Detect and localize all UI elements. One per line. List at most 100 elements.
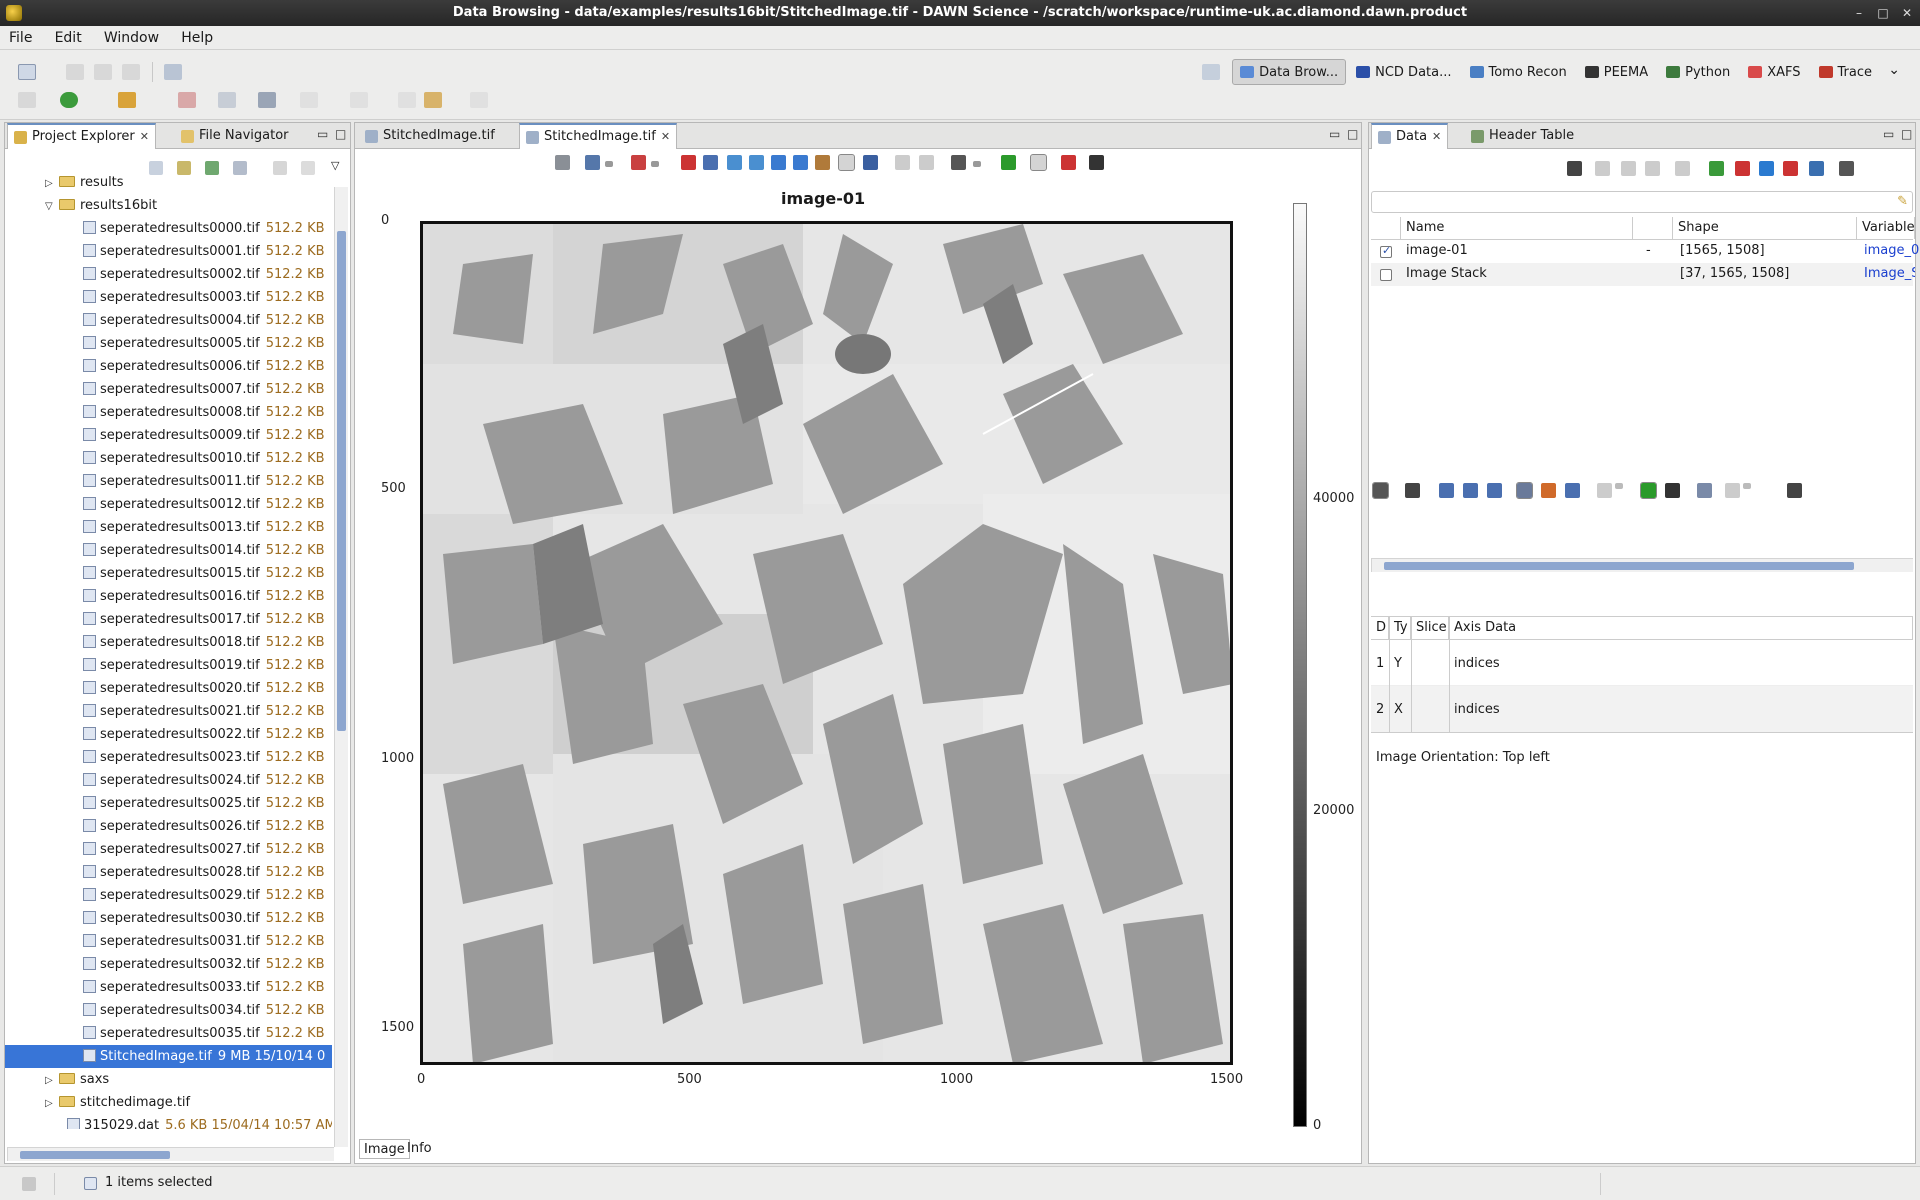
zoom-box-icon[interactable] xyxy=(703,155,718,170)
tree-file[interactable]: seperatedresults0034.tif 512.2 KB xyxy=(5,999,325,1022)
transfer-icon[interactable] xyxy=(1675,161,1690,176)
aspect-ratio-icon[interactable] xyxy=(1030,154,1047,171)
tree-file[interactable]: seperatedresults0021.tif 512.2 KB xyxy=(5,700,325,723)
column-unnamed[interactable] xyxy=(1633,217,1673,239)
back-icon[interactable] xyxy=(424,92,442,108)
minimize-icon[interactable]: ▭ xyxy=(1883,127,1894,141)
tab-data[interactable]: Data ✕ xyxy=(1371,123,1449,150)
image-canvas[interactable] xyxy=(420,221,1233,1065)
tab-info[interactable]: Info xyxy=(403,1139,436,1159)
export-icon[interactable] xyxy=(1709,161,1724,176)
tree-file[interactable]: seperatedresults0016.tif 512.2 KB xyxy=(5,585,325,608)
tree-file[interactable]: seperatedresults0027.tif 512.2 KB xyxy=(5,838,325,861)
horizontal-scrollbar-thumb[interactable] xyxy=(20,1151,170,1159)
fx-remove-icon[interactable] xyxy=(1783,161,1798,176)
tree-folder[interactable]: ▷ stitchedimage.tif xyxy=(5,1091,190,1114)
view-menu-icon[interactable] xyxy=(1089,155,1104,170)
close-icon[interactable]: ✕ xyxy=(1432,124,1441,150)
tree-file[interactable]: seperatedresults0033.tif 512.2 KB xyxy=(5,976,325,999)
reset-axis-icon[interactable] xyxy=(681,155,696,170)
scatter-icon[interactable] xyxy=(1565,483,1580,498)
tree-file[interactable]: seperatedresults0011.tif 512.2 KB xyxy=(5,470,325,493)
tree-file[interactable]: seperatedresults0035.tif 512.2 KB xyxy=(5,1022,325,1045)
zoom-out-icon[interactable] xyxy=(793,155,808,170)
horizontal-scrollbar-thumb[interactable] xyxy=(1384,562,1854,570)
maximize-icon[interactable]: □ xyxy=(335,127,346,141)
column-shape[interactable]: Shape xyxy=(1673,217,1857,239)
tree-file[interactable]: seperatedresults0018.tif 512.2 KB xyxy=(5,631,325,654)
tree-vertical-scrollbar[interactable] xyxy=(334,187,348,1147)
tree-folder[interactable]: ▽ results16bit xyxy=(5,194,157,217)
line-plot-icon[interactable] xyxy=(1439,483,1454,498)
close-icon[interactable]: ✕ xyxy=(661,124,670,150)
perspective-trace[interactable]: Trace xyxy=(1811,59,1881,85)
hat-icon[interactable] xyxy=(1405,483,1420,498)
filter-input[interactable]: ✎ xyxy=(1371,191,1913,213)
dropdown-icon[interactable] xyxy=(973,161,981,167)
tree-file[interactable]: seperatedresults0013.tif 512.2 KB xyxy=(5,516,325,539)
print-icon[interactable] xyxy=(951,155,966,170)
slice-axis[interactable]: indices xyxy=(1449,699,1500,721)
chevron-down-icon[interactable]: ▽ xyxy=(45,195,59,218)
save-icon[interactable] xyxy=(66,64,84,80)
chevron-right-icon[interactable]: ▷ xyxy=(45,1069,59,1092)
axis-icon[interactable] xyxy=(631,155,646,170)
tree-file[interactable]: seperatedresults0005.tif 512.2 KB xyxy=(5,332,325,355)
tree-file[interactable]: seperatedresults0004.tif 512.2 KB xyxy=(5,309,325,332)
paste-icon[interactable] xyxy=(1621,161,1636,176)
chevron-down-icon[interactable] xyxy=(1787,483,1802,498)
tree-file[interactable]: seperatedresults0006.tif 512.2 KB xyxy=(5,355,325,378)
tab-file-navigator[interactable]: File Navigator xyxy=(175,123,295,149)
row-variable[interactable]: Image_Stack xyxy=(1859,263,1915,285)
xy-plot-icon[interactable] xyxy=(1487,483,1502,498)
colormap-icon[interactable] xyxy=(1541,483,1556,498)
tree-file[interactable]: seperatedresults0003.tif 512.2 KB xyxy=(5,286,325,309)
prev-annotation-icon[interactable] xyxy=(350,92,368,108)
chevron-down-icon[interactable]: ⌄ xyxy=(1888,62,1900,78)
dropdown-icon[interactable] xyxy=(605,161,613,167)
menu-file[interactable]: File xyxy=(0,26,41,50)
copy-icon[interactable] xyxy=(1595,161,1610,176)
stack-plot-icon[interactable] xyxy=(1463,483,1478,498)
save-all-icon[interactable] xyxy=(94,64,112,80)
maximize-icon[interactable]: □ xyxy=(1347,127,1358,141)
chevron-right-icon[interactable]: ▷ xyxy=(45,1092,59,1115)
column-variable[interactable]: Variable xyxy=(1857,217,1915,239)
redo-icon[interactable] xyxy=(919,155,934,170)
zoom-in-icon[interactable] xyxy=(771,155,786,170)
disk-icon[interactable] xyxy=(18,92,36,108)
open-perspective-icon[interactable] xyxy=(1202,64,1221,80)
last-edit-icon[interactable] xyxy=(398,92,416,108)
tree-file[interactable]: seperatedresults0015.tif 512.2 KB xyxy=(5,562,325,585)
tree-file[interactable]: seperatedresults0020.tif 512.2 KB xyxy=(5,677,325,700)
refresh-icon[interactable] xyxy=(1640,482,1657,499)
row-name[interactable]: Image Stack xyxy=(1401,263,1487,285)
wand-icon[interactable] xyxy=(118,92,136,108)
tree-file[interactable]: seperatedresults0024.tif 512.2 KB xyxy=(5,769,325,792)
minimize-window-button[interactable]: – xyxy=(1848,0,1870,26)
maximize-icon[interactable]: □ xyxy=(1901,127,1912,141)
close-icon[interactable]: ✕ xyxy=(140,124,149,150)
data-table-horizontal-scrollbar[interactable] xyxy=(1371,558,1913,572)
chart-icon[interactable] xyxy=(178,92,196,108)
forward-icon[interactable] xyxy=(470,92,488,108)
print-icon[interactable] xyxy=(122,64,140,80)
tree-folder[interactable]: ▷ saxs xyxy=(5,1068,109,1091)
tree-file[interactable]: seperatedresults0008.tif 512.2 KB xyxy=(5,401,325,424)
dropdown-icon[interactable] xyxy=(1615,483,1623,489)
line-plot-icon[interactable] xyxy=(585,155,600,170)
menu-edit[interactable]: Edit xyxy=(46,26,91,50)
tree-file[interactable]: seperatedresults0029.tif 512.2 KB xyxy=(5,884,325,907)
perspective-tomo-recon[interactable]: Tomo Recon xyxy=(1462,59,1575,85)
tab-stitchedimage-2[interactable]: StitchedImage.tif ✕ xyxy=(519,123,678,150)
column-axis-data[interactable]: Axis Data xyxy=(1449,617,1913,639)
column-type[interactable]: Ty xyxy=(1389,617,1411,639)
settings-icon[interactable] xyxy=(1597,483,1612,498)
fast-view-icon[interactable] xyxy=(22,1177,36,1191)
tree-file[interactable]: seperatedresults0002.tif 512.2 KB xyxy=(5,263,325,286)
minimize-icon[interactable]: ▭ xyxy=(1329,127,1340,141)
view-menu-icon[interactable] xyxy=(1839,161,1854,176)
delete-icon[interactable] xyxy=(1645,161,1660,176)
function-icon[interactable] xyxy=(1735,161,1750,176)
column-name[interactable]: Name xyxy=(1401,217,1633,239)
